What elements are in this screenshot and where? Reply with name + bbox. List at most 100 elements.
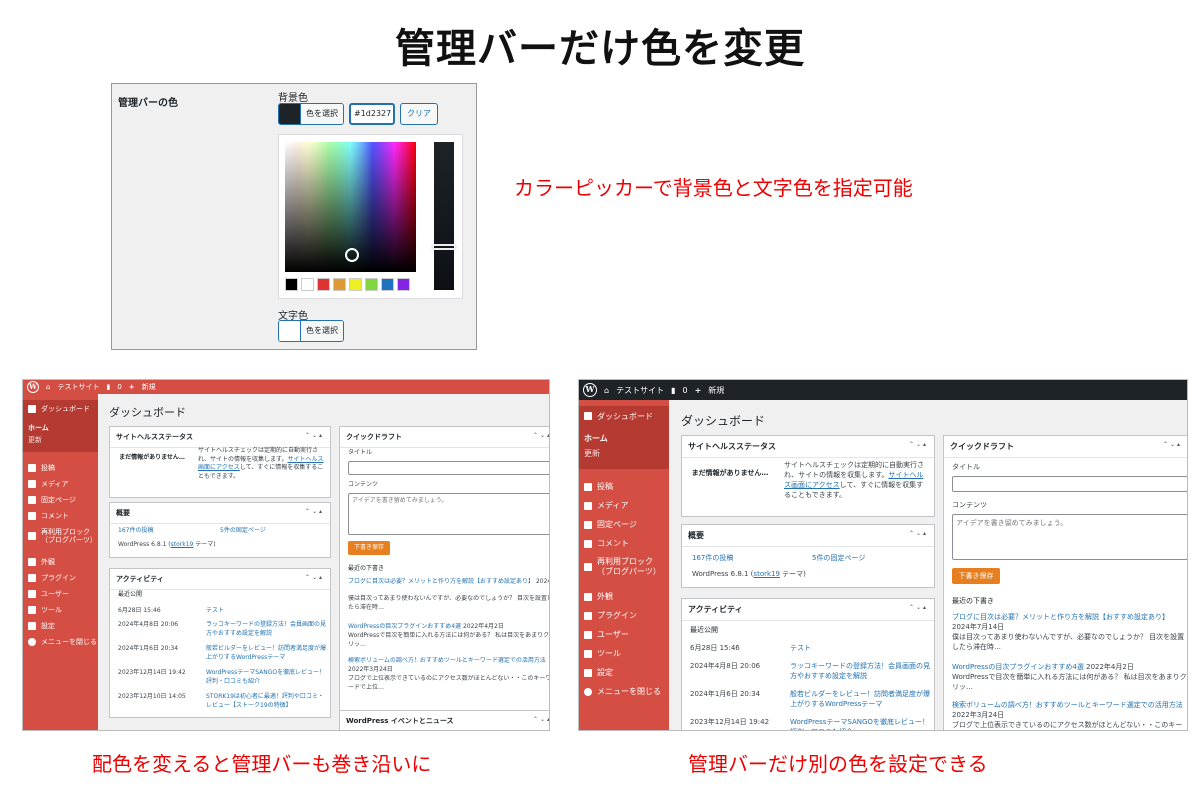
sidebar-item-reusable-blocks[interactable]: 再利用ブロック （ブログパーツ） — [579, 553, 669, 581]
draft-link[interactable]: 検索ボリュームの調べ方！おすすめツールとキーワード選定での活用方法 — [952, 701, 1183, 709]
activity-post-link[interactable]: STORK19は初心者に最適！評判や口コミ・レビュー【ストーク19の特徴】 — [206, 693, 326, 710]
sidebar-label: 投稿 — [41, 464, 55, 472]
draft-link[interactable]: WordPressの目次プラグインおすすめ4選 — [952, 663, 1084, 671]
draft-content-textarea[interactable]: アイデアを書き留めてみましょう。 — [348, 493, 549, 535]
draft-link[interactable]: ブログに目次は必要？メリットと作り方を解説【おすすめ設定あり】 — [348, 578, 534, 585]
activity-post-link[interactable]: 般若ビルダーをレビュー！訪問者満足度が爆上がりするWordPressテーマ — [790, 689, 932, 709]
sidebar-item-tools[interactable]: ツール — [23, 602, 98, 618]
at-a-glance-widget: 概要 ⌃⌄▴ 167件の投稿 5件の固定ページ WordPress 6.8.1 (… — [681, 524, 935, 588]
sidebar-item-pages[interactable]: 固定ページ — [23, 492, 98, 508]
sidebar-item-media[interactable]: メディア — [23, 476, 98, 492]
sidebar-item-comments[interactable]: コメント — [579, 534, 669, 553]
save-draft-button[interactable]: 下書き保存 — [952, 568, 1000, 584]
sidebar-item-plugins[interactable]: プラグイン — [23, 570, 98, 586]
sidebar-item-posts[interactable]: 投稿 — [23, 460, 98, 476]
widget-arrows-icon[interactable]: ⌃⌄▴ — [909, 530, 928, 541]
submenu-updates[interactable]: 更新 — [579, 446, 669, 461]
submenu-home[interactable]: ホーム — [23, 422, 98, 434]
draft-link[interactable]: ブログに目次は必要？メリットと作り方を解説【おすすめ設定あり】 — [952, 613, 1169, 621]
activity-post-link[interactable]: WordPressテーマSANGOを徹底レビュー！評判・口コミも紹介 — [206, 669, 326, 686]
sidebar-item-dashboard[interactable]: ダッシュボード — [23, 400, 98, 418]
widget-arrows-icon[interactable]: ⌃⌄▴ — [909, 604, 928, 615]
widget-arrows-icon[interactable]: ⌃⌄▴ — [1163, 441, 1182, 452]
activity-post-link[interactable]: テスト — [206, 607, 326, 616]
palette-swatch[interactable] — [381, 278, 394, 291]
text-color-select-button[interactable]: 色を選択 — [278, 320, 344, 342]
palette-swatch[interactable] — [349, 278, 362, 291]
activity-widget: アクティビティ ⌃⌄▴ 最近公開 6月28日 15:46 テスト 2024年4月8… — [681, 598, 935, 730]
widget-arrows-icon[interactable]: ⌃⌄▴ — [305, 432, 324, 442]
recently-published-label: 最近公開 — [690, 626, 718, 634]
site-name-link[interactable]: テストサイト — [616, 385, 664, 396]
save-draft-button[interactable]: 下書き保存 — [348, 541, 390, 555]
widget-arrows-icon[interactable]: ⌃⌄▴ — [305, 508, 324, 518]
bg-color-select-button[interactable]: 色を選択 — [278, 103, 344, 125]
submenu-updates[interactable]: 更新 — [23, 434, 98, 446]
wordpress-logo-icon[interactable]: W — [583, 383, 597, 397]
new-link[interactable]: 新規 — [708, 385, 724, 396]
lightness-slider-handle[interactable] — [431, 244, 457, 250]
sidebar-item-media[interactable]: メディア — [579, 496, 669, 515]
sidebar-item-settings[interactable]: 設定 — [579, 663, 669, 682]
draft-link[interactable]: 検索ボリュームの調べ方！おすすめツールとキーワード選定での活用方法 — [348, 657, 546, 664]
widget-arrows-icon[interactable]: ⌃⌄▴ — [533, 432, 549, 442]
dashboard-custom-bar: W ⌂ テストサイト ▮ 0 + 新規 ダッシュボード ホーム 更新 投稿 メデ… — [578, 379, 1188, 731]
palette-swatch[interactable] — [397, 278, 410, 291]
sidebar-item-collapse[interactable]: メニューを閉じる — [579, 682, 669, 701]
activity-post-link[interactable]: テスト — [790, 643, 932, 653]
pages-count-link[interactable]: 5件の固定ページ — [812, 553, 865, 563]
clear-button[interactable]: クリア — [400, 103, 438, 125]
collapse-icon — [584, 687, 592, 696]
sidebar-item-pages[interactable]: 固定ページ — [579, 515, 669, 534]
wrench-icon — [28, 606, 36, 614]
theme-link[interactable]: stork19 — [171, 541, 194, 548]
lightness-slider[interactable] — [434, 142, 454, 290]
posts-count-link[interactable]: 167件の投稿 — [692, 553, 733, 563]
palette-swatch[interactable] — [285, 278, 298, 291]
picker-handle[interactable] — [345, 248, 359, 262]
palette-swatch[interactable] — [333, 278, 346, 291]
sidebar-item-comments[interactable]: コメント — [23, 508, 98, 524]
sidebar-item-users[interactable]: ユーザー — [579, 625, 669, 644]
palette-swatch[interactable] — [317, 278, 330, 291]
sidebar-item-appearance[interactable]: 外観 — [23, 554, 98, 570]
sidebar-item-tools[interactable]: ツール — [579, 644, 669, 663]
sidebar-item-users[interactable]: ユーザー — [23, 586, 98, 602]
sidebar-item-collapse[interactable]: メニューを閉じる — [23, 634, 98, 650]
bg-color-hex-input[interactable]: #1d2327 — [349, 103, 395, 125]
comment-icon[interactable]: ▮ — [671, 386, 675, 395]
submenu-home[interactable]: ホーム — [579, 431, 669, 446]
user-icon — [584, 630, 592, 639]
activity-post-link[interactable]: ラッコキーワードの登録方法！会員画面の見方やおすすめ設定を解説 — [206, 621, 326, 638]
wordpress-logo-icon[interactable]: W — [27, 381, 39, 393]
new-link[interactable]: 新規 — [142, 382, 156, 392]
site-health-widget: サイトヘルスステータス ⌃⌄▴ まだ情報がありません… サイトヘルスチェックは定期… — [681, 435, 935, 517]
site-name-link[interactable]: テストサイト — [57, 382, 99, 392]
palette-swatch[interactable] — [365, 278, 378, 291]
activity-post-link[interactable]: 般若ビルダーをレビュー！訪問者満足度が爆上がりするWordPressテーマ — [206, 645, 326, 662]
sidebar-item-appearance[interactable]: 外観 — [579, 587, 669, 606]
activity-post-link[interactable]: WordPressテーマSANGOを徹底レビュー！評判・口コミも紹介 — [790, 717, 932, 730]
pages-count-link[interactable]: 5件の固定ページ — [220, 527, 266, 536]
widget-arrows-icon[interactable]: ⌃⌄▴ — [533, 716, 549, 726]
sidebar-item-dashboard[interactable]: ダッシュボード — [579, 406, 669, 426]
draft-title-input[interactable] — [952, 476, 1187, 492]
media-icon — [584, 501, 592, 510]
activity-widget: アクティビティ ⌃⌄▴ 最近公開 6月28日 15:46 テスト 2024年4月8… — [109, 568, 331, 718]
draft-item: WordPressの目次プラグインおすすめ4選 2022年4月2日 — [952, 662, 1187, 672]
theme-link[interactable]: stork19 — [753, 570, 780, 578]
sidebar-item-posts[interactable]: 投稿 — [579, 477, 669, 496]
draft-content-textarea[interactable]: アイデアを書き留めてみましょう。 — [952, 514, 1187, 560]
comment-icon[interactable]: ▮ — [106, 383, 110, 391]
sidebar-item-plugins[interactable]: プラグイン — [579, 606, 669, 625]
sidebar-item-reusable-blocks[interactable]: 再利用ブロック （ブログパーツ） — [23, 524, 98, 548]
palette-swatch[interactable] — [301, 278, 314, 291]
draft-title-input[interactable] — [348, 461, 549, 475]
widget-title: 概要 — [116, 509, 130, 517]
widget-arrows-icon[interactable]: ⌃⌄▴ — [909, 441, 928, 452]
posts-count-link[interactable]: 167件の投稿 — [118, 527, 153, 536]
widget-arrows-icon[interactable]: ⌃⌄▴ — [305, 574, 324, 584]
draft-link[interactable]: WordPressの目次プラグインおすすめ4選 — [348, 623, 461, 630]
activity-post-link[interactable]: ラッコキーワードの登録方法！会員画面の見方やおすすめ設定を解説 — [790, 661, 932, 681]
sidebar-item-settings[interactable]: 設定 — [23, 618, 98, 634]
